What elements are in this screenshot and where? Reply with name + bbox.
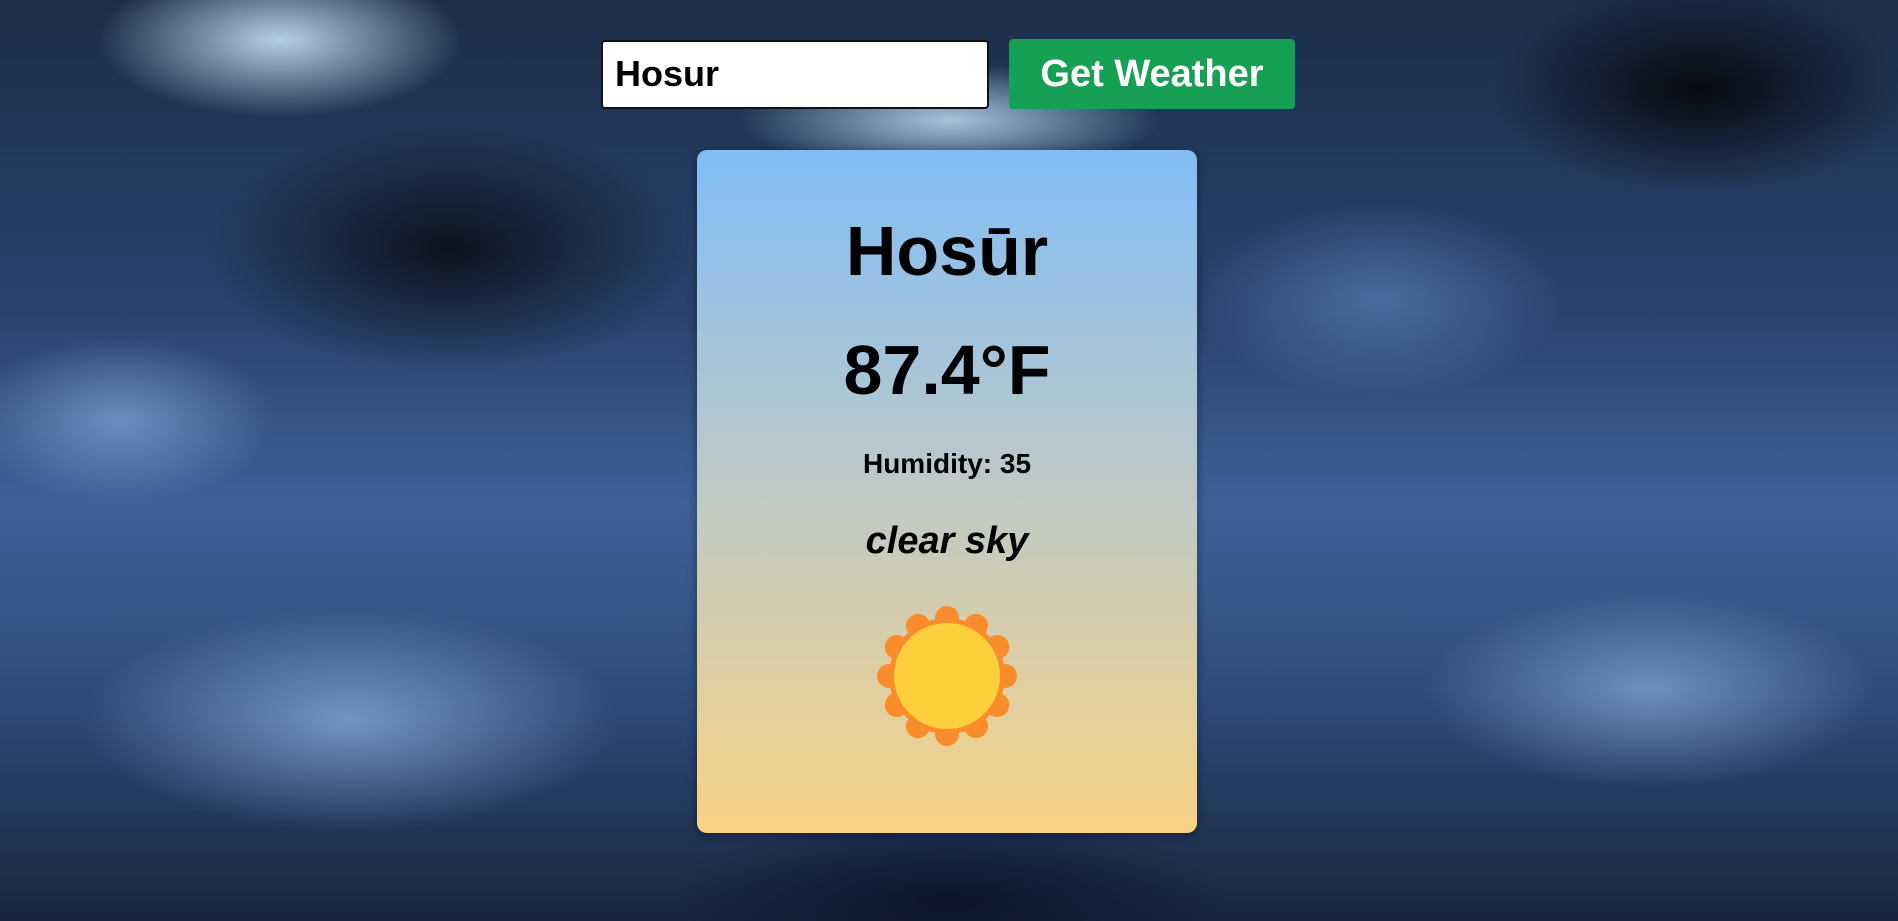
sun-icon	[877, 606, 1017, 746]
city-name: Hosūr	[845, 212, 1049, 290]
humidity: Humidity: 35	[862, 448, 1032, 479]
search-bar: Get Weather	[601, 39, 1295, 109]
get-weather-button[interactable]: Get Weather	[1009, 39, 1295, 109]
temperature: 87.4°F	[843, 331, 1051, 409]
weather-description: clear sky	[865, 520, 1029, 562]
weather-card: Hosūr 87.4°F Humidity: 35 clear sky	[697, 150, 1197, 833]
city-search-input[interactable]	[601, 39, 989, 109]
